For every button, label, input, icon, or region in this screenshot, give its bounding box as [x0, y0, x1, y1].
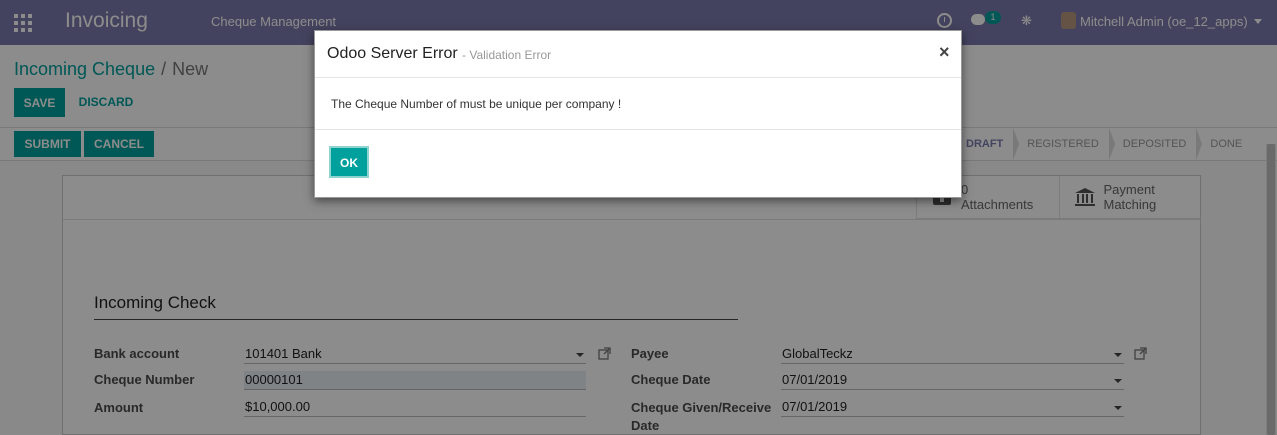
error-dialog: Odoo Server Error - Validation Error × T…	[314, 30, 962, 198]
dialog-footer: OK	[315, 130, 961, 197]
dialog-title: Odoo Server Error	[327, 45, 458, 62]
dialog-body: The Cheque Number of must be unique per …	[315, 78, 961, 130]
ok-button[interactable]: OK	[329, 146, 369, 178]
close-icon[interactable]: ×	[939, 42, 950, 63]
dialog-subtitle: - Validation Error	[462, 48, 552, 62]
dialog-header: Odoo Server Error - Validation Error ×	[315, 31, 961, 78]
dialog-message: The Cheque Number of must be unique per …	[331, 97, 622, 111]
